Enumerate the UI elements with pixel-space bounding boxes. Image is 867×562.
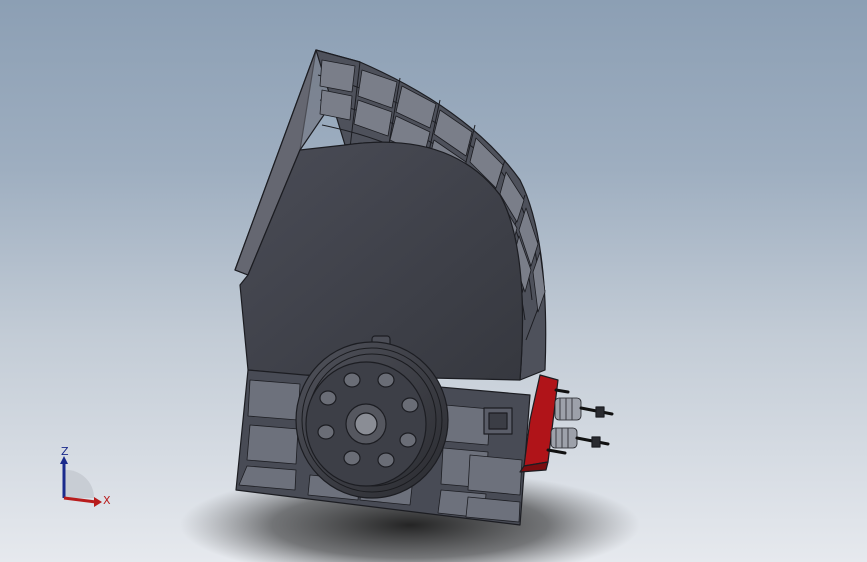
triad-z-label: Z (61, 445, 69, 458)
triad-x-arrow (94, 497, 102, 507)
bearing-box-inner (488, 412, 508, 430)
orientation-triad[interactable]: Z X (60, 445, 111, 507)
flywheel-bore (354, 412, 378, 436)
triad-quarter-disc (64, 469, 95, 498)
graphics-viewport[interactable]: Z X (0, 0, 867, 562)
triad-x-axis (63, 496, 97, 504)
crusher-model[interactable] (234, 49, 614, 526)
triad-x-label: X (103, 494, 111, 507)
tension-adjuster[interactable] (519, 374, 614, 473)
flywheel[interactable] (295, 341, 449, 499)
adjuster-nuts (591, 406, 605, 448)
